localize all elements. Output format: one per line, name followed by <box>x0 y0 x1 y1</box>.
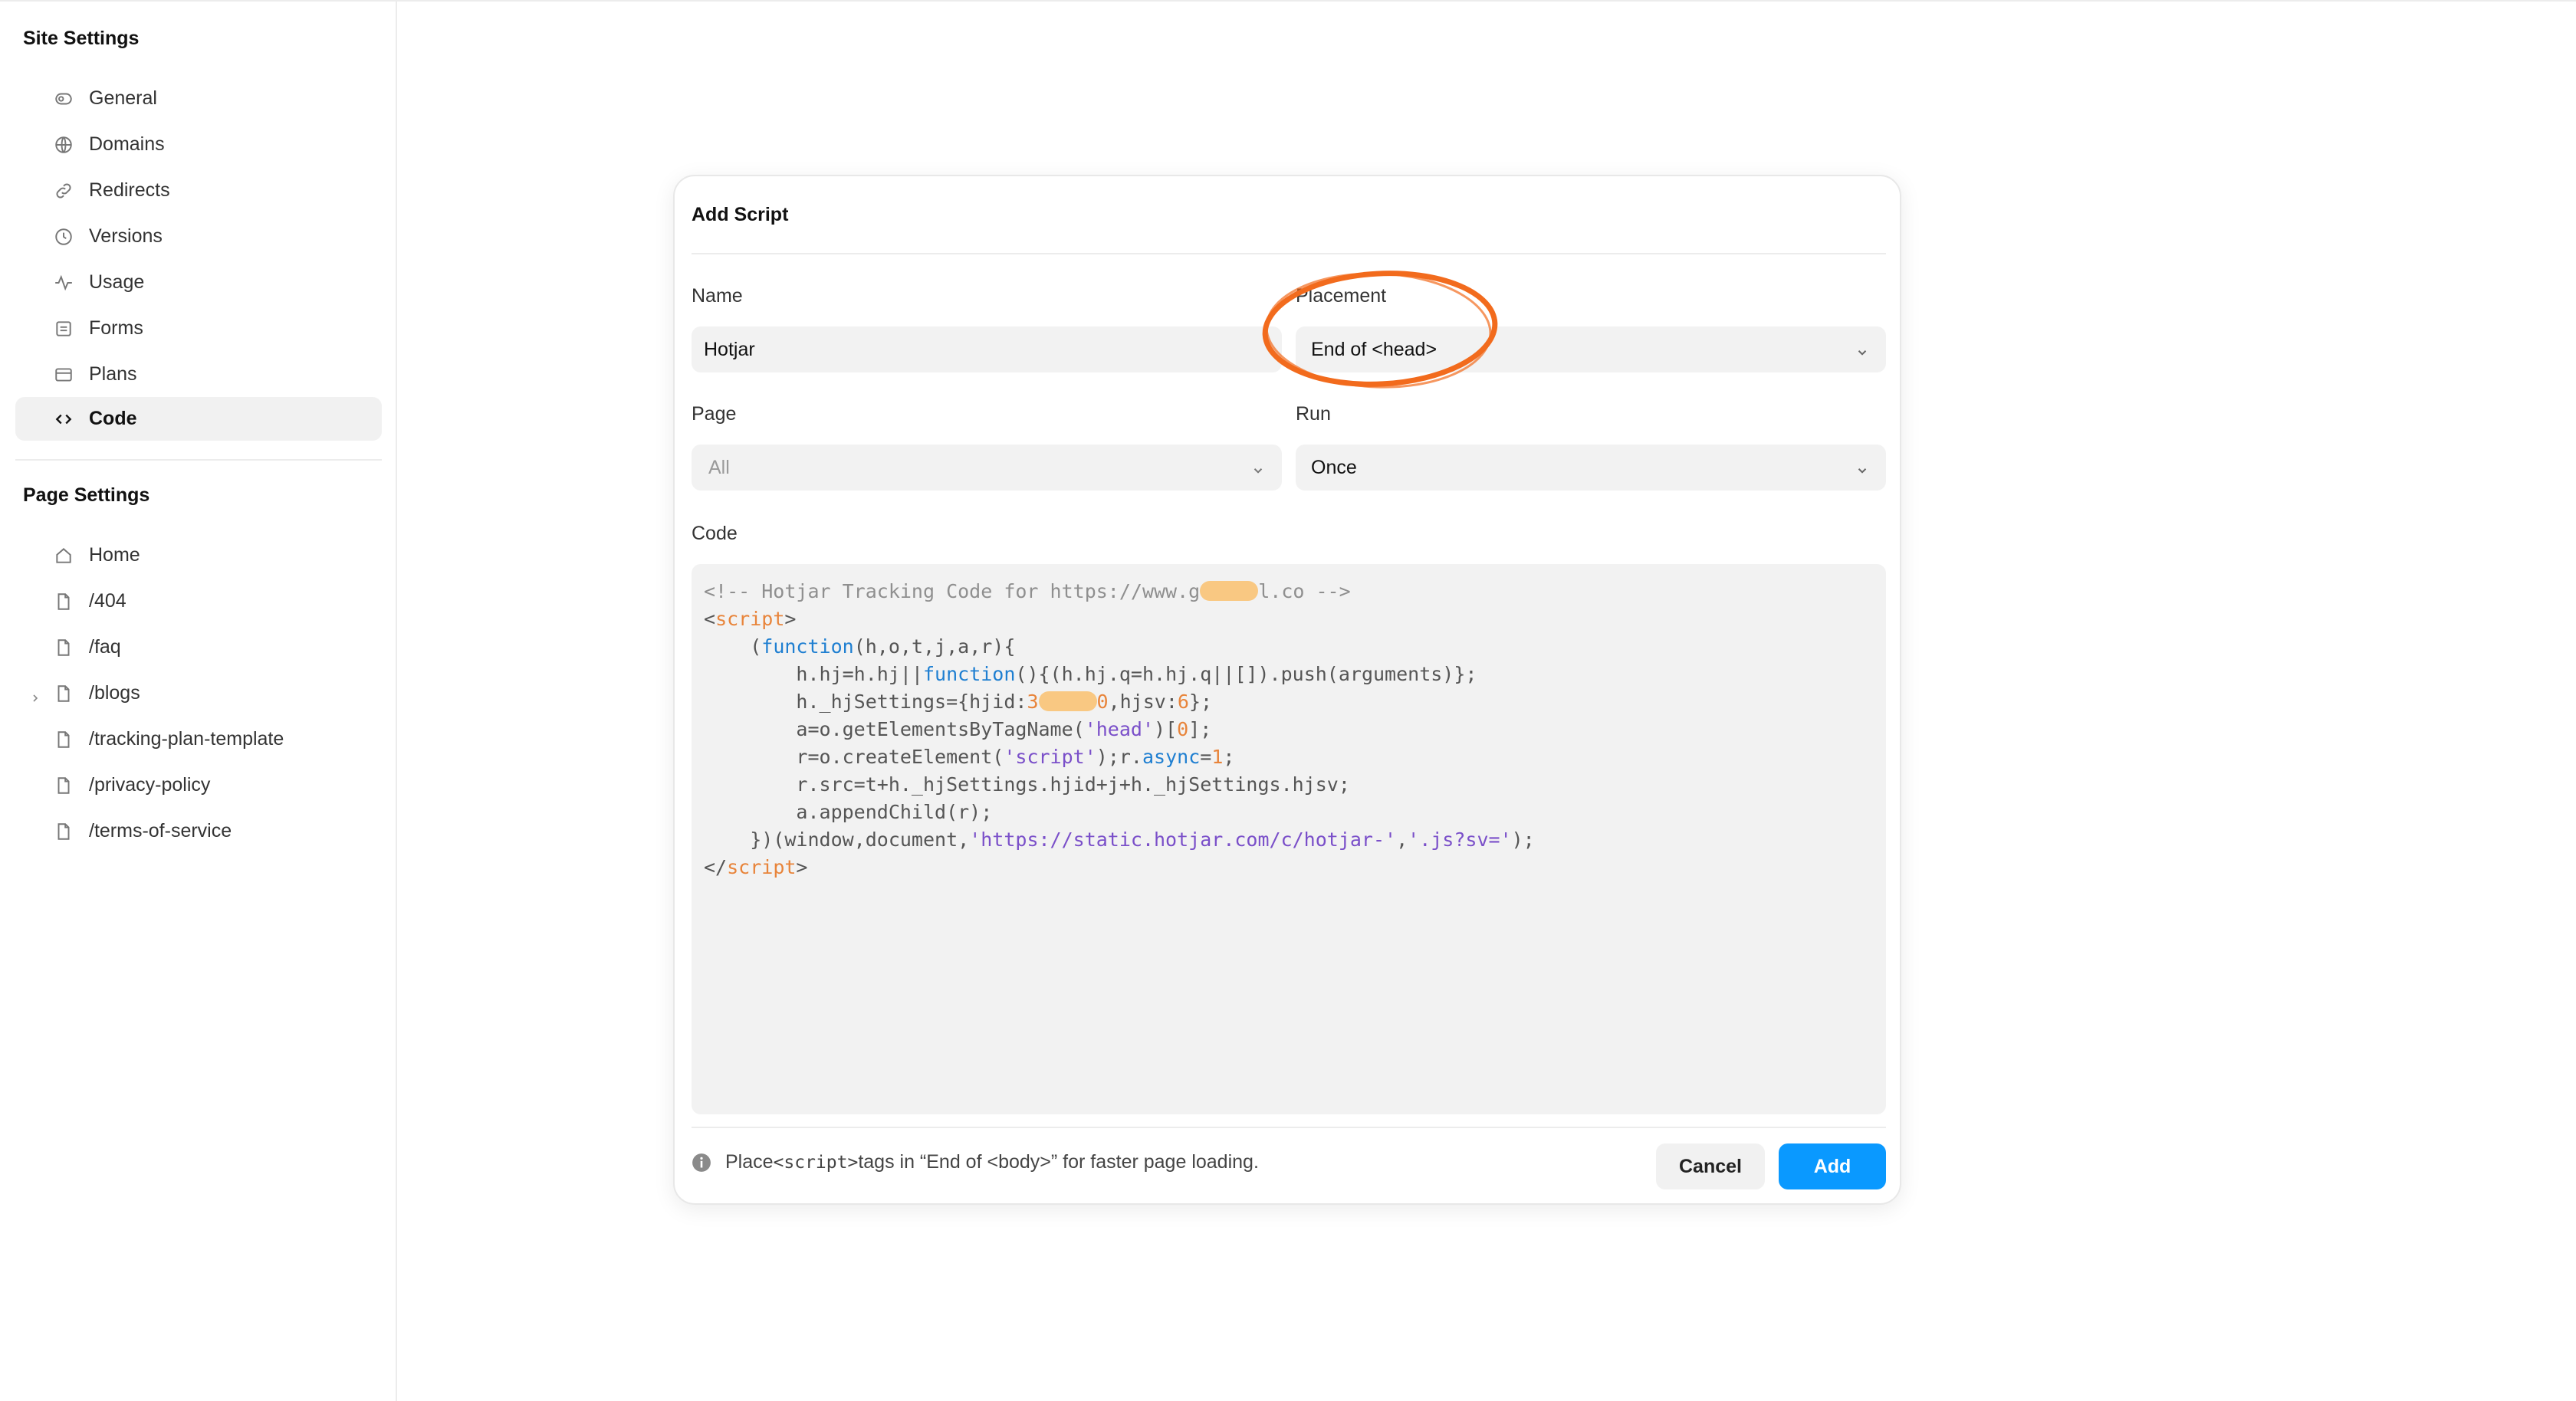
code-editor[interactable]: <!-- Hotjar Tracking Code for https://ww… <box>692 564 1886 1114</box>
site-settings-title: Site Settings <box>23 28 140 49</box>
cancel-button[interactable]: Cancel <box>1656 1143 1765 1189</box>
globe-icon <box>52 133 75 156</box>
card-icon <box>52 363 75 386</box>
add-button[interactable]: Add <box>1779 1143 1886 1189</box>
code-line: })(window,document,'https://static.hotja… <box>704 828 1535 851</box>
sidebar-item-404[interactable]: /404 <box>15 579 382 623</box>
redaction-mark <box>1038 691 1097 711</box>
run-select[interactable]: Once <box>1296 445 1886 491</box>
sidebar-item-plans[interactable]: Plans <box>15 353 382 396</box>
sidebar-item-label: /faq <box>89 636 121 658</box>
code-label: Code <box>692 523 738 544</box>
code-line: h.hj=h.hj||function(){(h.hj.q=h.hj.q||[]… <box>704 663 1477 685</box>
code-line: r=o.createElement('script');r.async=1; <box>704 746 1235 768</box>
sidebar-item-blogs[interactable]: /blogs <box>15 671 382 715</box>
sidebar-item-label: /404 <box>89 590 127 612</box>
header-divider <box>692 253 1886 254</box>
name-input[interactable]: Hotjar <box>692 326 1282 372</box>
code-line: (function(h,o,t,j,a,r){ <box>704 635 1016 658</box>
sidebar-item-label: /tracking-plan-template <box>89 728 284 750</box>
code-line: <script> <box>704 608 797 630</box>
sidebar-item-privacy-policy[interactable]: /privacy-policy <box>15 763 382 807</box>
sidebar-item-forms[interactable]: Forms <box>15 307 382 350</box>
clock-icon <box>52 225 75 248</box>
page-icon <box>52 728 75 751</box>
sidebar-item-label: General <box>89 87 157 109</box>
home-icon <box>52 544 75 567</box>
placement-value: End of <head> <box>1311 338 1438 360</box>
hint-prefix: Place <box>725 1151 774 1173</box>
chevron-down-icon <box>1855 343 1869 356</box>
sidebar-item-home[interactable]: Home <box>15 533 382 577</box>
sidebar-item-label: Plans <box>89 363 137 385</box>
page-icon <box>52 590 75 613</box>
sidebar-item-label: /privacy-policy <box>89 774 211 796</box>
page-label: Page <box>692 403 737 425</box>
hint-code: <script> <box>773 1152 859 1173</box>
name-label: Name <box>692 285 743 307</box>
placement-select[interactable]: End of <head> <box>1296 326 1886 372</box>
info-icon <box>692 1153 711 1173</box>
page-select: All <box>692 445 1282 491</box>
sidebar-item-tracking-plan-template[interactable]: /tracking-plan-template <box>15 717 382 761</box>
sidebar-item-label: Forms <box>89 317 143 339</box>
sidebar-item-faq[interactable]: /faq <box>15 625 382 669</box>
placement-hint: Place <script> tags in “End of <body>” f… <box>692 1151 1259 1173</box>
code-line: r.src=t+h._hjSettings.hjid+j+h._hjSettin… <box>704 773 1350 796</box>
code-line: <!-- Hotjar Tracking Code for https://ww… <box>704 580 1351 602</box>
sidebar-item-code[interactable]: Code <box>15 397 382 441</box>
chevron-down-icon <box>1251 461 1265 474</box>
sidebar-item-terms-of-service[interactable]: /terms-of-service <box>15 809 382 853</box>
code-line: </script> <box>704 856 808 878</box>
page-icon <box>52 774 75 797</box>
sidebar-item-redirects[interactable]: Redirects <box>15 169 382 212</box>
chevron-right-icon[interactable] <box>29 687 41 702</box>
sidebar: Site Settings General Domains Redirects … <box>0 0 397 1401</box>
sidebar-item-domains[interactable]: Domains <box>15 123 382 166</box>
modal-title: Add Script <box>692 204 789 225</box>
run-value: Once <box>1311 456 1357 478</box>
footer-divider <box>692 1127 1886 1128</box>
page-settings-title: Page Settings <box>23 484 150 506</box>
sidebar-item-versions[interactable]: Versions <box>15 215 382 258</box>
page-icon <box>52 682 75 705</box>
run-label: Run <box>1296 403 1331 425</box>
sidebar-item-usage[interactable]: Usage <box>15 261 382 304</box>
hint-suffix: tags in “End of <body>” for faster page … <box>858 1151 1259 1173</box>
page-value: All <box>708 456 730 478</box>
sidebar-item-label: Usage <box>89 271 145 293</box>
code-icon <box>52 408 75 431</box>
sidebar-item-label: Domains <box>89 133 165 155</box>
code-line: a=o.getElementsByTagName('head')[0]; <box>704 718 1212 740</box>
sidebar-item-general[interactable]: General <box>15 77 382 120</box>
placement-label: Placement <box>1296 285 1387 307</box>
name-value: Hotjar <box>704 338 755 360</box>
sidebar-item-label: Home <box>89 544 140 566</box>
sidebar-divider <box>15 459 382 461</box>
code-line: a.appendChild(r); <box>704 801 993 823</box>
form-icon <box>52 317 75 340</box>
sidebar-item-label: /terms-of-service <box>89 820 232 842</box>
sidebar-item-label: /blogs <box>89 682 140 704</box>
code-line: h._hjSettings={hjid:3 0,hjsv:6}; <box>704 691 1213 713</box>
sidebar-item-label: Redirects <box>89 179 170 201</box>
page-icon <box>52 636 75 659</box>
activity-icon <box>52 271 75 294</box>
link-icon <box>52 179 75 202</box>
add-script-modal: Add Script Name Hotjar Placement End of … <box>673 175 1901 1205</box>
redaction-mark <box>1200 581 1259 601</box>
sidebar-item-label: Versions <box>89 225 163 247</box>
page-icon <box>52 820 75 843</box>
toggle-icon <box>52 87 75 110</box>
sidebar-item-label: Code <box>89 408 137 429</box>
chevron-down-icon <box>1855 461 1869 474</box>
